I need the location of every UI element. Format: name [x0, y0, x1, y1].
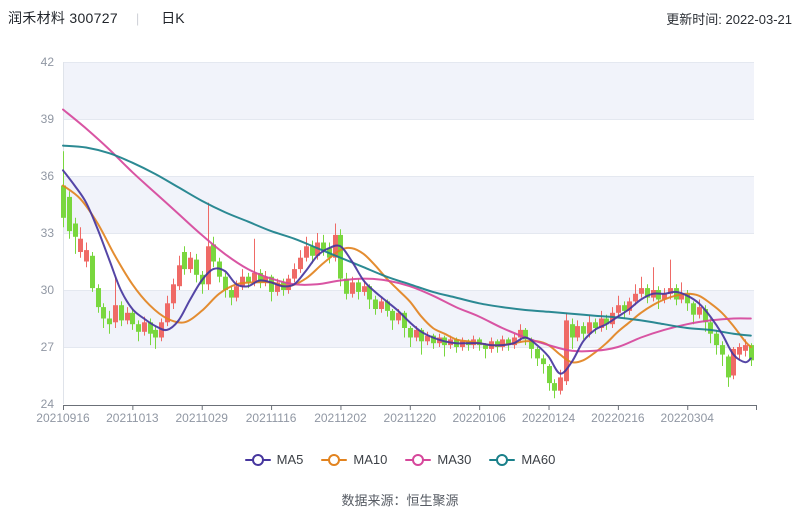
- candle[interactable]: [234, 286, 239, 297]
- candle[interactable]: [674, 288, 679, 299]
- candle[interactable]: [483, 345, 488, 349]
- candle[interactable]: [206, 246, 211, 284]
- candle[interactable]: [177, 265, 182, 286]
- candle[interactable]: [633, 294, 638, 302]
- candle[interactable]: [639, 288, 644, 294]
- candle[interactable]: [119, 305, 124, 320]
- legend-item-ma30[interactable]: MA30: [405, 452, 471, 467]
- chart-legend: MA5 MA10 MA30 MA60: [0, 452, 800, 467]
- candle[interactable]: [737, 347, 742, 355]
- candle[interactable]: [107, 319, 112, 325]
- candle[interactable]: [130, 313, 135, 324]
- candle[interactable]: [570, 324, 575, 337]
- candle[interactable]: [691, 303, 696, 314]
- candle[interactable]: [96, 288, 101, 307]
- kline-window: 润禾材料 300727 | 日K 更新时间: 2022-03-21 242730…: [0, 0, 800, 517]
- candle[interactable]: [390, 311, 395, 321]
- legend-item-ma5[interactable]: MA5: [245, 452, 304, 467]
- candle[interactable]: [362, 286, 367, 292]
- plot-band: [63, 62, 754, 119]
- y-axis-label: 30: [41, 283, 55, 297]
- candle[interactable]: [714, 334, 719, 345]
- x-axis-label: 20211202: [314, 411, 367, 425]
- x-axis-label: 20220124: [522, 411, 576, 425]
- candle[interactable]: [535, 349, 540, 359]
- x-axis-label: 20211220: [384, 411, 437, 425]
- candle[interactable]: [240, 277, 245, 287]
- data-source: 数据来源：恒生聚源: [0, 490, 800, 509]
- legend-label: MA60: [521, 452, 555, 467]
- y-axis-label: 36: [41, 169, 55, 183]
- candle[interactable]: [593, 322, 598, 328]
- legend-label: MA5: [277, 452, 304, 467]
- candle[interactable]: [552, 383, 557, 391]
- candle[interactable]: [558, 377, 563, 390]
- x-axis-label: 20211029: [175, 411, 228, 425]
- candle[interactable]: [90, 256, 95, 288]
- candle[interactable]: [720, 345, 725, 355]
- candle[interactable]: [697, 307, 702, 315]
- candle[interactable]: [616, 305, 621, 313]
- candle[interactable]: [408, 328, 413, 338]
- candle[interactable]: [726, 357, 731, 378]
- candle[interactable]: [125, 313, 130, 321]
- candle[interactable]: [304, 246, 309, 257]
- x-axis-label: 20220304: [661, 411, 715, 425]
- candle[interactable]: [575, 326, 580, 337]
- candle[interactable]: [188, 258, 193, 269]
- candle[interactable]: [78, 239, 83, 252]
- candle[interactable]: [356, 282, 361, 292]
- candle[interactable]: [73, 224, 78, 237]
- candle[interactable]: [414, 330, 419, 338]
- y-axis-label: 39: [41, 112, 55, 126]
- candle[interactable]: [373, 300, 378, 310]
- legend-label: MA30: [437, 452, 471, 467]
- x-axis-label: 20211116: [246, 411, 297, 425]
- candle[interactable]: [656, 290, 661, 300]
- y-axis-label: 27: [41, 340, 55, 354]
- y-axis-label: 24: [41, 397, 55, 411]
- candle[interactable]: [136, 324, 141, 332]
- candle[interactable]: [541, 358, 546, 364]
- candle[interactable]: [581, 326, 586, 334]
- kline-chart[interactable]: 24 27 30 33 36 39 42 20210916 20211013 20211029 20…: [0, 0, 800, 440]
- candle[interactable]: [84, 250, 89, 261]
- candle[interactable]: [101, 307, 106, 318]
- candle[interactable]: [61, 186, 66, 218]
- candle[interactable]: [298, 258, 303, 269]
- candle[interactable]: [743, 345, 748, 351]
- x-axis-label: 20220216: [591, 411, 645, 425]
- candle[interactable]: [547, 366, 552, 383]
- candle[interactable]: [292, 269, 297, 279]
- candle[interactable]: [142, 322, 147, 332]
- candle[interactable]: [171, 284, 176, 303]
- candle[interactable]: [182, 252, 187, 269]
- legend-item-ma60[interactable]: MA60: [489, 452, 555, 467]
- y-axis-label: 33: [41, 226, 55, 240]
- legend-line-circle-icon: [245, 454, 271, 466]
- legend-line-circle-icon: [405, 454, 431, 466]
- x-axis-label: 20210916: [36, 411, 90, 425]
- candle[interactable]: [379, 301, 384, 309]
- x-axis-label: 20211013: [106, 411, 159, 425]
- candle[interactable]: [153, 330, 158, 338]
- candle[interactable]: [113, 305, 118, 322]
- x-axis-label: 20220106: [452, 411, 506, 425]
- candle[interactable]: [194, 260, 199, 275]
- legend-line-circle-icon: [321, 454, 347, 466]
- y-axis-label: 42: [41, 55, 55, 69]
- candle[interactable]: [708, 322, 713, 333]
- candle[interactable]: [229, 290, 234, 298]
- legend-line-circle-icon: [489, 454, 515, 466]
- legend-label: MA10: [353, 452, 387, 467]
- candle[interactable]: [67, 197, 72, 231]
- candle[interactable]: [350, 282, 355, 293]
- legend-item-ma10[interactable]: MA10: [321, 452, 387, 467]
